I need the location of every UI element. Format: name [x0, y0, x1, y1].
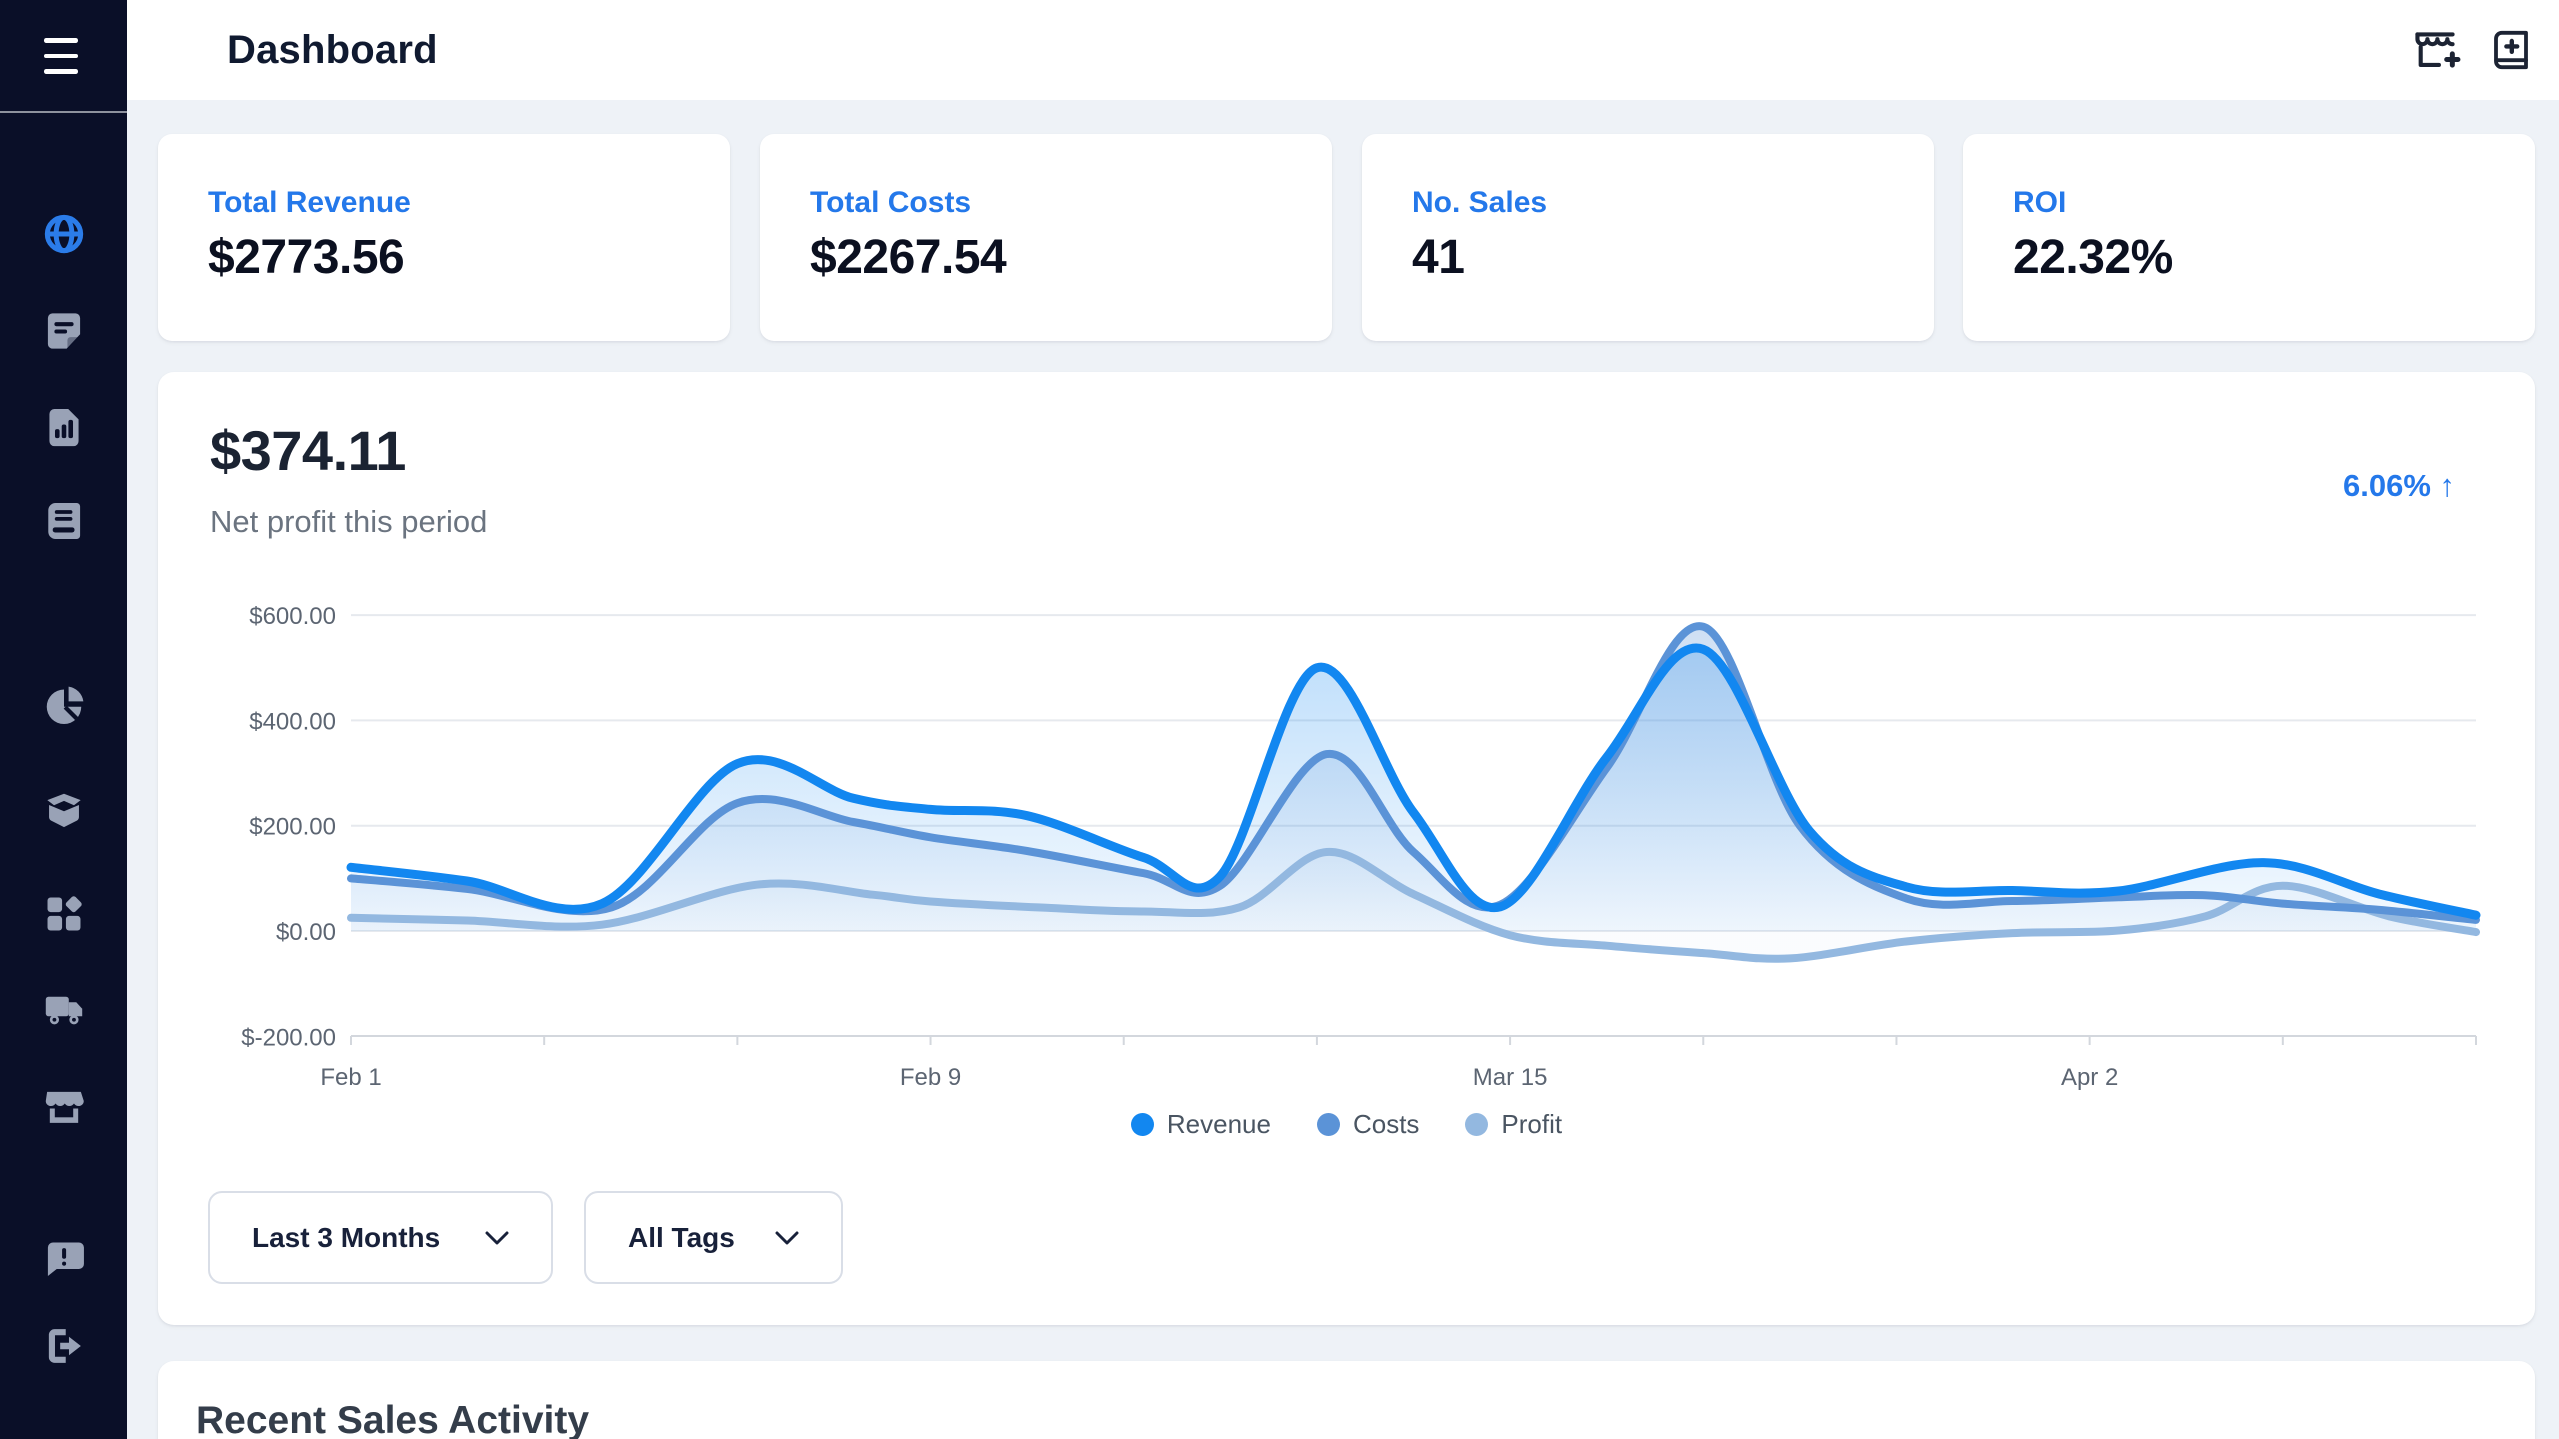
truck-icon: [41, 986, 87, 1032]
chart-legend: Revenue Costs Profit: [158, 1109, 2535, 1140]
legend-item-revenue[interactable]: Revenue: [1131, 1109, 1271, 1140]
stat-card-total-costs: Total Costs $2267.54: [760, 134, 1332, 341]
message-alert-icon: [41, 1236, 87, 1282]
menu-icon[interactable]: [44, 38, 84, 74]
date-range-label: Last 3 Months: [252, 1222, 440, 1254]
svg-text:$400.00: $400.00: [249, 708, 336, 735]
storefront-icon: [41, 1083, 87, 1129]
svg-text:Feb 1: Feb 1: [320, 1064, 381, 1091]
stat-card-roi: ROI 22.32%: [1963, 134, 2535, 341]
stat-value: $2267.54: [810, 230, 1006, 285]
net-profit-value: $374.11: [210, 418, 406, 483]
bar-chart-doc-icon: [41, 404, 87, 450]
add-store-icon: [2409, 24, 2461, 76]
pie-chart-icon: [41, 683, 87, 729]
sidebar-item-shipping[interactable]: [35, 980, 92, 1037]
stat-value: 41: [1412, 230, 1464, 285]
svg-text:Apr 2: Apr 2: [2061, 1064, 2118, 1091]
sidebar-item-analytics[interactable]: [35, 677, 92, 734]
chevron-down-icon: [775, 1231, 799, 1245]
legend-label: Costs: [1353, 1109, 1419, 1140]
legend-item-profit[interactable]: Profit: [1465, 1109, 1562, 1140]
legend-dot: [1465, 1113, 1488, 1136]
svg-text:Feb 9: Feb 9: [900, 1064, 961, 1091]
recent-sales-title: Recent Sales Activity: [196, 1399, 589, 1439]
stat-label: Total Costs: [810, 186, 971, 220]
tags-label: All Tags: [628, 1222, 735, 1254]
net-profit-caption: Net profit this period: [210, 504, 487, 540]
tags-dropdown[interactable]: All Tags: [584, 1191, 843, 1284]
legend-dot: [1317, 1113, 1340, 1136]
legend-label: Profit: [1501, 1109, 1562, 1140]
sidebar-item-apps[interactable]: [35, 885, 92, 942]
svg-text:Mar 15: Mar 15: [1473, 1064, 1548, 1091]
recent-sales-card: Recent Sales Activity: [158, 1361, 2535, 1439]
stat-label: No. Sales: [1412, 186, 1547, 220]
stat-value: 22.32%: [2013, 230, 2173, 285]
logout-icon: [41, 1323, 87, 1369]
add-store-button[interactable]: [2409, 24, 2461, 76]
sidebar-item-feedback[interactable]: [35, 1230, 92, 1287]
chevron-down-icon: [485, 1231, 509, 1245]
sidebar-item-catalog[interactable]: [35, 492, 92, 549]
stat-card-no-sales: No. Sales 41: [1362, 134, 1934, 341]
stat-label: Total Revenue: [208, 186, 411, 220]
book-icon: [41, 498, 87, 544]
sidebar-item-store[interactable]: [35, 1077, 92, 1134]
stat-card-total-revenue: Total Revenue $2773.56: [158, 134, 730, 341]
sidebar-item-inventory[interactable]: [35, 782, 92, 839]
stat-label: ROI: [2013, 186, 2066, 220]
header: Dashboard: [127, 0, 2559, 100]
page-title: Dashboard: [227, 0, 438, 100]
sidebar-item-logout[interactable]: [35, 1317, 92, 1374]
add-book-button[interactable]: [2487, 26, 2535, 74]
date-range-dropdown[interactable]: Last 3 Months: [208, 1191, 553, 1284]
add-book-icon: [2487, 26, 2535, 74]
legend-item-costs[interactable]: Costs: [1317, 1109, 1419, 1140]
widgets-icon: [41, 891, 87, 937]
memo-icon: [41, 308, 87, 354]
legend-label: Revenue: [1167, 1109, 1271, 1140]
svg-text:$-200.00: $-200.00: [241, 1024, 336, 1051]
svg-text:$600.00: $600.00: [249, 603, 336, 630]
legend-dot: [1131, 1113, 1154, 1136]
net-profit-chart: $600.00 $400.00 $200.00 $0.00 $-200.00 Feb 1 F…: [158, 372, 2535, 1325]
svg-text:$0.00: $0.00: [276, 919, 336, 946]
svg-text:$200.00: $200.00: [249, 814, 336, 841]
stat-value: $2773.56: [208, 230, 404, 285]
sidebar-item-notes[interactable]: [35, 302, 92, 359]
sidebar-divider: [0, 111, 127, 113]
percent-change: 6.06% ↑: [2343, 468, 2455, 504]
open-box-icon: [41, 788, 87, 834]
sidebar-item-globe[interactable]: [35, 205, 92, 262]
sidebar: [0, 0, 127, 1439]
net-profit-card: $374.11 Net profit this period 6.06% ↑ $…: [158, 372, 2535, 1325]
globe-icon: [41, 211, 87, 257]
sidebar-item-report[interactable]: [35, 398, 92, 455]
